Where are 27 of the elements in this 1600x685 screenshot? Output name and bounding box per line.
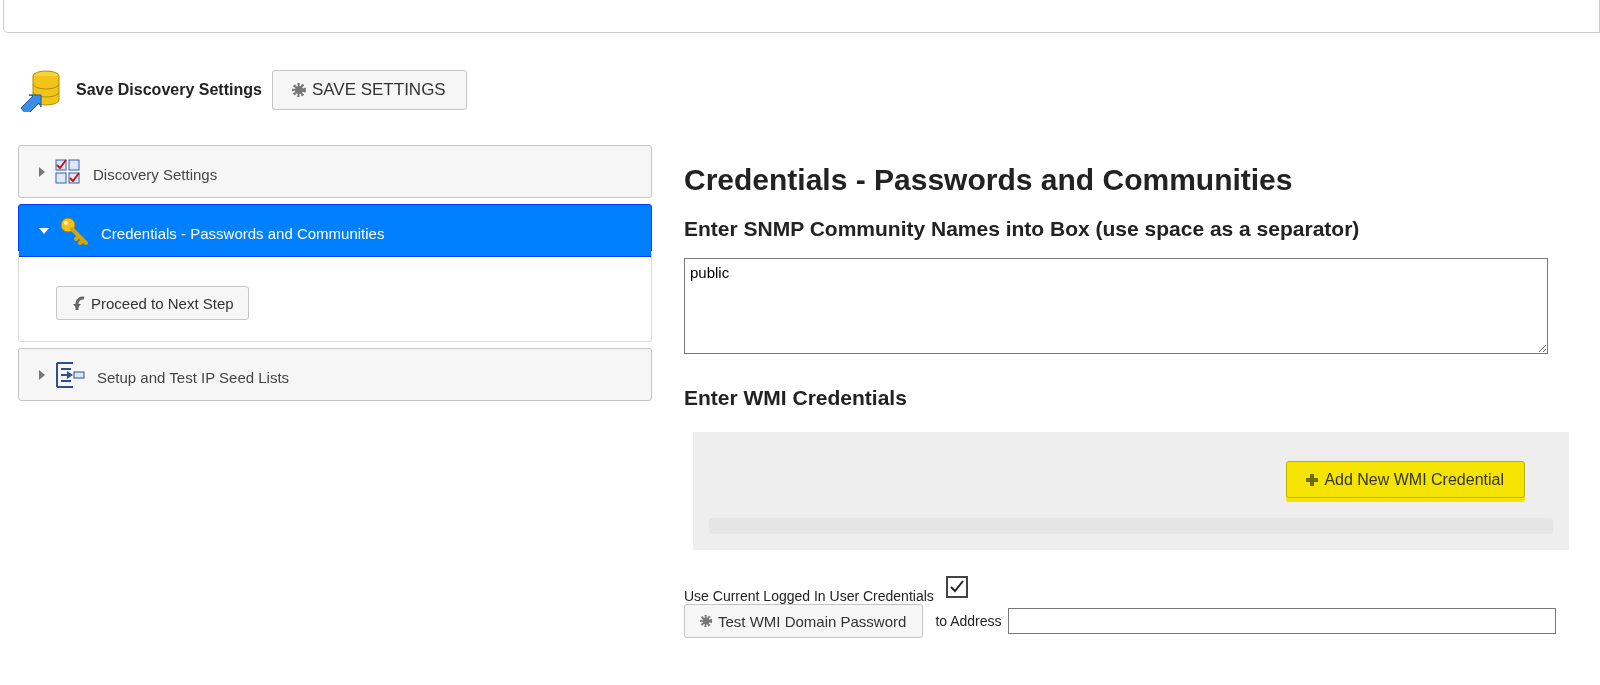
to-address-label: to Address xyxy=(935,613,1002,629)
triangle-icon xyxy=(39,369,45,380)
snmp-heading: Enter SNMP Community Names into Box (use space as a separator) xyxy=(684,217,1361,241)
community-names-field[interactable]: public xyxy=(684,258,1548,354)
database-arrow-icon xyxy=(18,68,62,112)
accordion-header[interactable]: Discovery Settings xyxy=(18,145,652,198)
address-field[interactable] xyxy=(1007,608,1556,634)
list-tree-icon xyxy=(55,360,85,389)
accordion-header[interactable]: Credentials - Passwords and Communities xyxy=(18,204,652,257)
use-current-credentials-label: Use Current Logged In User Credentials xyxy=(684,588,934,604)
test-password-button[interactable]: Test WMI Domain Password xyxy=(684,604,924,638)
checkmark-icon xyxy=(948,579,965,595)
checkbox[interactable] xyxy=(945,576,968,598)
plus-icon xyxy=(1305,472,1320,487)
gear-icon xyxy=(699,614,713,628)
proceed-button[interactable]: Proceed to Next Step xyxy=(56,286,249,320)
checklist-icon xyxy=(55,158,81,185)
page-title: Save Discovery Settings xyxy=(76,81,262,99)
triangle-icon xyxy=(39,166,45,177)
triangle-icon xyxy=(39,227,49,234)
key-icon xyxy=(59,215,89,246)
section-title: Credentials - Passwords and Communities xyxy=(684,163,1294,197)
accordion-header[interactable]: Setup and Test IP Seed Lists xyxy=(18,348,652,401)
gear-icon xyxy=(290,82,307,98)
save-settings-button[interactable]: SAVE SETTINGS xyxy=(271,70,467,110)
curved-arrow-icon xyxy=(72,295,86,311)
wmi-heading: Enter WMI Credentials xyxy=(684,386,908,410)
